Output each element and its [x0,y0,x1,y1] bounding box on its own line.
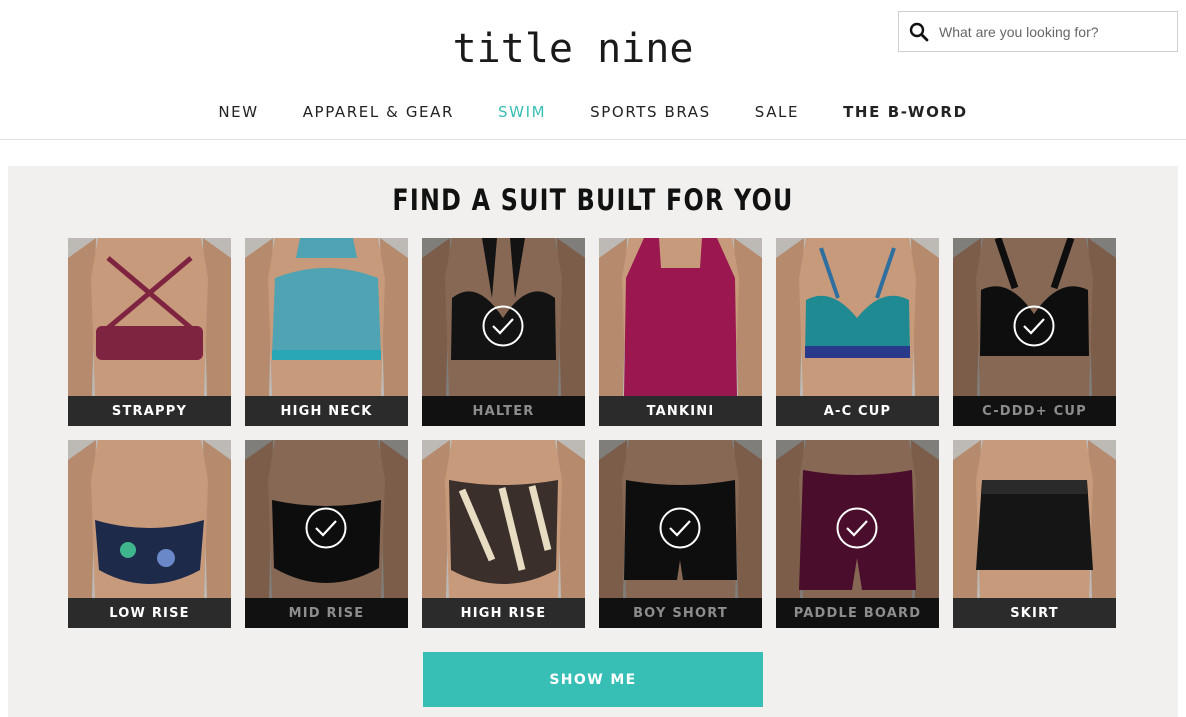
suit-option-label: HIGH RISE [422,598,585,628]
suit-option-mid-rise[interactable]: MID RISE [245,440,408,628]
checkmark-icon [659,507,701,549]
suit-option-boy-short[interactable]: BOY SHORT [599,440,762,628]
suit-option-label: PADDLE BOARD [776,598,939,628]
checkmark-icon [482,305,524,347]
nav-item-the-b-word[interactable]: THE B-WORD [843,103,968,125]
show-me-button[interactable]: SHOW ME [423,652,763,707]
nav-item-sports-bras[interactable]: SPORTS BRAS [590,103,711,125]
search-input[interactable] [939,12,1177,51]
suit-option-high-neck[interactable]: HIGH NECK [245,238,408,426]
suit-option-photo [68,440,231,598]
suit-option-label: C-DDD+ CUP [953,396,1116,426]
checkmark-icon [836,507,878,549]
suit-option-strappy[interactable]: STRAPPY [68,238,231,426]
suit-finder-title: FIND A SUIT BUILT FOR YOU [392,183,794,217]
suit-option-photo [953,440,1116,598]
suit-option-low-rise[interactable]: LOW RISE [68,440,231,628]
suit-option-high-rise[interactable]: HIGH RISE [422,440,585,628]
suit-option-halter[interactable]: HALTER [422,238,585,426]
suit-option-skirt[interactable]: SKIRT [953,440,1116,628]
suit-option-photo [776,238,939,396]
suit-option-photo [68,238,231,396]
suit-option-label: MID RISE [245,598,408,628]
checkmark-icon [1013,305,1055,347]
suit-option-label: HALTER [422,396,585,426]
suit-option-label: STRAPPY [68,396,231,426]
suit-option-photo [245,238,408,396]
suit-option-paddle-board[interactable]: PADDLE BOARD [776,440,939,628]
main-nav: NEW APPAREL & GEAR SWIM SPORTS BRAS SALE… [0,103,1186,125]
suit-style-grid: STRAPPY HIGH NECK HALTER TANKINI A-C CUP … [68,238,1118,628]
suit-finder-panel: FIND A SUIT BUILT FOR YOU STRAPPY HIGH N… [8,166,1178,717]
search-icon[interactable] [899,12,939,51]
suit-option-a-c-cup[interactable]: A-C CUP [776,238,939,426]
suit-option-label: SKIRT [953,598,1116,628]
suit-option-label: TANKINI [599,396,762,426]
suit-option-c-ddd-cup[interactable]: C-DDD+ CUP [953,238,1116,426]
search-box[interactable] [898,11,1178,52]
suit-option-photo [599,238,762,396]
suit-option-label: A-C CUP [776,396,939,426]
suit-option-label: BOY SHORT [599,598,762,628]
nav-item-sale[interactable]: SALE [755,103,799,125]
suit-option-tankini[interactable]: TANKINI [599,238,762,426]
suit-option-label: LOW RISE [68,598,231,628]
checkmark-icon [305,507,347,549]
nav-item-new[interactable]: NEW [218,103,258,125]
suit-option-label: HIGH NECK [245,396,408,426]
nav-item-swim[interactable]: SWIM [498,103,546,125]
nav-item-apparel-gear[interactable]: APPAREL & GEAR [303,103,454,125]
suit-option-photo [422,440,585,598]
header-divider [0,139,1186,140]
